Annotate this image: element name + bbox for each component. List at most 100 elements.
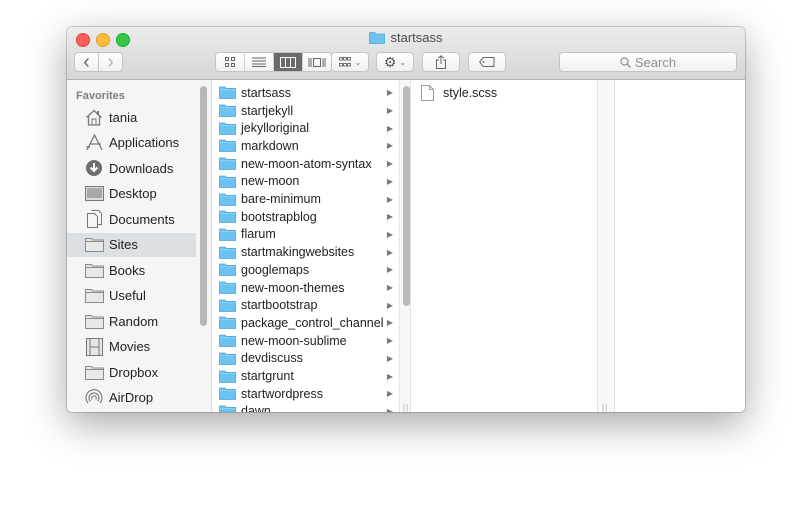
folder-row[interactable]: startgrunt ▶ [212,367,399,385]
disclosure-arrow-icon: ▶ [386,229,393,239]
disclosure-arrow-icon: ▶ [386,247,393,257]
folder-name: markdown [241,138,299,153]
column-view-button[interactable] [274,53,303,71]
movies-icon [84,337,104,356]
window-title-text: startsass [390,30,443,45]
column-1: startsass ▶ startjekyll ▶ jekylloriginal ▶ mar… [212,80,400,412]
folder-icon [219,263,236,277]
disclosure-arrow-icon: ▶ [386,300,393,310]
sidebar: Favorites tania Applications Downloads Desk… [67,80,212,412]
folder-name: new-moon-atom-syntax [241,156,372,171]
sidebar-item-useful[interactable]: Useful [67,284,196,308]
sidebar-scrollbar[interactable] [200,86,207,326]
action-button[interactable]: ⚙ ⌄ [376,52,414,72]
documents-icon [84,210,104,228]
sidebar-item-applications[interactable]: Applications [67,131,196,155]
folder-row[interactable]: jekylloriginal ▶ [212,119,399,137]
folder-row[interactable]: startjekyll ▶ [212,102,399,120]
view-mode-selector [215,52,332,72]
chevron-down-icon: ⌄ [354,57,362,67]
folder-icon [219,228,236,241]
sidebar-item-label: Desktop [109,186,157,201]
column-1-resize-handle[interactable]: || [403,403,409,412]
sidebar-item-random[interactable]: Random [67,309,196,333]
folder-icon [84,363,104,381]
sidebar-item-desktop[interactable]: Desktop [67,182,196,206]
folder-name: startjekyll [241,103,294,118]
column-2-resize-handle[interactable]: || [602,403,608,412]
folder-row[interactable]: bootstrapblog ▶ [212,208,399,226]
folder-row[interactable]: startbootstrap ▶ [212,296,399,314]
list-view-icon [252,57,266,67]
sidebar-item-downloads[interactable]: Downloads [67,156,196,180]
folder-row[interactable]: startmakingwebsites ▶ [212,243,399,261]
sidebar-heading: Favorites [76,90,125,102]
folder-row[interactable]: bare-minimum ▶ [212,190,399,208]
folder-row[interactable]: startwordpress ▶ [212,385,399,403]
folder-row[interactable]: markdown ▶ [212,137,399,155]
gear-icon: ⚙ [383,53,397,70]
sidebar-item-label: AirDrop [109,390,154,405]
folder-icon [369,31,386,47]
disclosure-arrow-icon: ▶ [386,353,393,363]
folder-icon [219,281,236,294]
column-1-scrollbar[interactable] [403,86,410,306]
sidebar-item-label: Downloads [109,160,174,176]
forward-button[interactable]: › [98,52,123,72]
sidebar-item-documents[interactable]: Documents [67,207,196,231]
folder-row[interactable]: dawn ▶ [212,403,399,412]
folder-icon [219,139,236,153]
folder-name: new-moon [241,174,300,189]
sidebar-item-label: Documents [109,211,175,227]
folder-row[interactable]: flarum ▶ [212,226,399,244]
back-button[interactable]: ‹ [74,52,99,72]
sidebar-item-label: Movies [109,339,151,354]
disclosure-arrow-icon: ▶ [386,159,393,169]
file-row[interactable]: style.scss [411,84,597,102]
sidebar-item-sites[interactable]: Sites [67,232,196,257]
folder-row[interactable]: new-moon ▶ [212,173,399,191]
folder-row[interactable]: new-moon-sublime ▶ [212,332,399,350]
arrange-button[interactable]: ⌄ [331,52,369,72]
sidebar-item-airdrop[interactable]: AirDrop [67,386,196,410]
column-2: style.scss [410,80,598,412]
disclosure-arrow-icon: ▶ [386,106,393,116]
folder-icon [219,86,236,100]
folder-row[interactable]: new-moon-themes ▶ [212,279,399,297]
folder-icon [219,405,236,412]
search-placeholder: Search [634,54,677,70]
folder-name: dawn [241,404,271,412]
sidebar-item-dropbox[interactable]: Dropbox [67,360,196,384]
sidebar-item-movies[interactable]: Movies [67,335,196,359]
folder-icon [219,193,236,206]
chevron-left-icon: ‹ [83,51,90,73]
folder-row[interactable]: new-moon-atom-syntax ▶ [212,155,399,173]
folder-icon [219,316,236,330]
folder-icon [219,175,236,188]
sidebar-item-tania[interactable]: tania [67,105,196,129]
cover-flow-view-button[interactable] [303,53,331,71]
grid-icon [338,57,351,67]
share-button[interactable] [422,52,460,72]
column-2-gutter [598,80,614,412]
disclosure-arrow-icon: ▶ [386,406,393,412]
disclosure-arrow-icon: ▶ [386,318,393,328]
folder-row[interactable]: googlemaps ▶ [212,261,399,279]
disclosure-arrow-icon: ▶ [386,336,393,346]
column-view-icon [280,56,296,68]
tags-button[interactable] [468,52,506,72]
chevron-right-icon: › [107,51,114,73]
disclosure-arrow-icon: ▶ [386,283,393,293]
search-input[interactable]: Search [559,52,737,72]
folder-name: flarum [241,227,276,242]
folder-row[interactable]: startsass ▶ [212,84,399,102]
icon-view-button[interactable] [216,53,245,71]
column-3 [614,80,745,412]
folder-icon [219,210,236,224]
folder-row[interactable]: package_control_channel ▶ [212,314,399,332]
folder-name: startbootstrap [241,298,318,313]
folder-name: startwordpress [241,386,323,401]
folder-row[interactable]: devdiscuss ▶ [212,350,399,368]
sidebar-item-books[interactable]: Books [67,258,196,282]
list-view-button[interactable] [245,53,274,71]
